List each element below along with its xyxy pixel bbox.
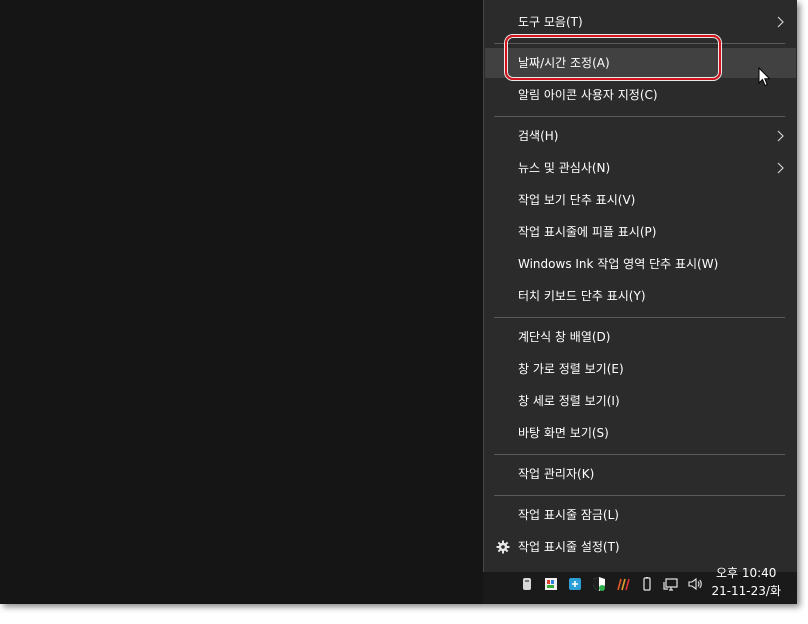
annotation-highlight-box	[505, 35, 721, 80]
menu-item-cascade-windows[interactable]: 계단식 창 배열(D)	[485, 322, 796, 352]
clock-date: 21-11-23/화	[711, 584, 781, 598]
menu-item-customize-notification-icons[interactable]: 알림 아이콘 사용자 지정(C)	[485, 80, 796, 110]
menu-separator	[494, 116, 785, 117]
gear-icon	[496, 540, 510, 554]
security-shield-icon[interactable]	[591, 576, 607, 592]
menu-item-lock-taskbar[interactable]: 작업 표시줄 잠금(L)	[485, 500, 796, 530]
menu-separator	[494, 454, 785, 455]
menu-item-show-task-view-button[interactable]: 작업 보기 단추 표시(V)	[485, 185, 796, 215]
menu-separator	[494, 495, 785, 496]
battery-icon[interactable]	[639, 576, 655, 592]
menu-item-label: 작업 표시줄 설정(T)	[518, 540, 620, 554]
menu-item-task-manager[interactable]: 작업 관리자(K)	[485, 459, 796, 489]
menu-item-show-desktop[interactable]: 바탕 화면 보기(S)	[485, 418, 796, 448]
menu-item-label: 알림 아이콘 사용자 지정(C)	[518, 88, 658, 102]
menu-item-news-and-interests[interactable]: 뉴스 및 관심사(N)	[485, 153, 796, 183]
browser-icon[interactable]	[567, 576, 583, 592]
menu-item-label: 작업 표시줄에 피플 표시(P)	[518, 225, 657, 239]
mouse-cursor-icon	[758, 67, 770, 87]
menu-item-show-people[interactable]: 작업 표시줄에 피플 표시(P)	[485, 217, 796, 247]
menu-item-label: 검색(H)	[518, 129, 559, 143]
clock-time: 오후 10:40	[715, 566, 777, 580]
menu-item-taskbar-settings[interactable]: 작업 표시줄 설정(T)	[485, 532, 796, 562]
app-icon[interactable]	[543, 576, 559, 592]
taskbar-context-menu: 도구 모음(T) 날짜/시간 조정(A) 알림 아이콘 사용자 지정(C) 검색…	[483, 0, 797, 572]
menu-separator	[494, 317, 785, 318]
menu-item-toolbars[interactable]: 도구 모음(T)	[485, 7, 796, 37]
desktop: 도구 모음(T) 날짜/시간 조정(A) 알림 아이콘 사용자 지정(C) 검색…	[0, 0, 797, 604]
menu-item-label: 바탕 화면 보기(S)	[518, 426, 609, 440]
menu-item-label: 뉴스 및 관심사(N)	[518, 161, 611, 175]
menu-item-label: 작업 표시줄 잠금(L)	[518, 508, 619, 522]
volume-icon[interactable]	[687, 576, 703, 592]
menu-item-label: 계단식 창 배열(D)	[518, 330, 611, 344]
network-icon[interactable]	[663, 576, 679, 592]
taskbar: 오후 10:40 21-11-23/화	[483, 566, 797, 604]
menu-item-label: Windows Ink 작업 영역 단추 표시(W)	[518, 257, 719, 271]
taskbar-clock[interactable]: 오후 10:40 21-11-23/화	[711, 564, 781, 600]
chevron-right-icon	[777, 16, 784, 28]
chevron-right-icon	[777, 162, 784, 174]
menu-item-show-windows-stacked[interactable]: 창 가로 정렬 보기(E)	[485, 354, 796, 384]
menu-item-search[interactable]: 검색(H)	[485, 121, 796, 151]
menu-item-label: 도구 모음(T)	[518, 15, 583, 29]
chevron-right-icon	[777, 130, 784, 142]
usb-drive-icon[interactable]	[519, 576, 535, 592]
menu-item-label: 작업 관리자(K)	[518, 467, 595, 481]
menu-item-label: 터치 키보드 단추 표시(Y)	[518, 289, 646, 303]
menu-item-show-touch-keyboard[interactable]: 터치 키보드 단추 표시(Y)	[485, 281, 796, 311]
menu-item-label: 창 세로 정렬 보기(I)	[518, 394, 620, 408]
menu-item-label: 창 가로 정렬 보기(E)	[518, 362, 624, 376]
menu-item-show-windows-side-by-side[interactable]: 창 세로 정렬 보기(I)	[485, 386, 796, 416]
pen-icon[interactable]	[615, 576, 631, 592]
menu-item-label: 작업 보기 단추 표시(V)	[518, 193, 636, 207]
menu-item-show-windows-ink[interactable]: Windows Ink 작업 영역 단추 표시(W)	[485, 249, 796, 279]
